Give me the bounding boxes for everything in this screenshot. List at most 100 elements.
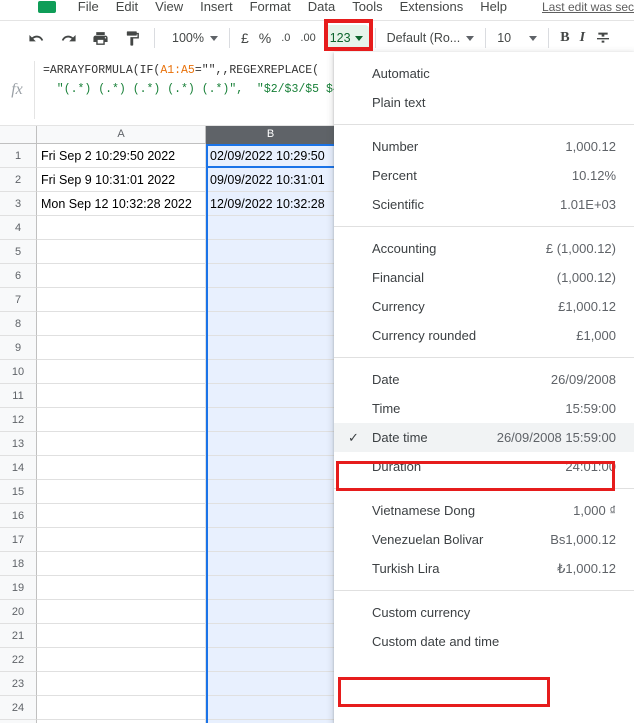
cell-B12[interactable] [206,408,336,432]
cell-A12[interactable] [37,408,206,432]
menu-view[interactable]: View [155,0,183,16]
cell-B6[interactable] [206,264,336,288]
row-header-15[interactable]: 15 [0,480,37,504]
cell-B9[interactable] [206,336,336,360]
cell-B7[interactable] [206,288,336,312]
cell-A8[interactable] [37,312,206,336]
row-header-16[interactable]: 16 [0,504,37,528]
cell-B22[interactable] [206,648,336,672]
menu-item-date[interactable]: Date 26/09/2008 [334,365,634,394]
row-header-18[interactable]: 18 [0,552,37,576]
cell-A22[interactable] [37,648,206,672]
italic-button[interactable]: I [575,25,590,51]
cell-B14[interactable] [206,456,336,480]
cell-A10[interactable] [37,360,206,384]
row-header-9[interactable]: 9 [0,336,37,360]
row-header-13[interactable]: 13 [0,432,37,456]
row-header-17[interactable]: 17 [0,528,37,552]
row-header-11[interactable]: 11 [0,384,37,408]
format-as-percent-button[interactable]: % [254,25,276,51]
cell-A18[interactable] [37,552,206,576]
row-header-8[interactable]: 8 [0,312,37,336]
cell-B10[interactable] [206,360,336,384]
menu-file[interactable]: File [78,0,99,16]
menu-item-plain-text[interactable]: Plain text [334,88,634,117]
cell-A4[interactable] [37,216,206,240]
bold-button[interactable]: B [555,25,574,51]
menu-item-scientific[interactable]: Scientific 1.01E+03 [334,190,634,219]
cell-A13[interactable] [37,432,206,456]
font-size-select[interactable]: 10 [492,25,542,51]
row-header-5[interactable]: 5 [0,240,37,264]
column-header-a[interactable]: A [37,124,206,144]
menu-item-number[interactable]: Number 1,000.12 [334,132,634,161]
menu-item-time[interactable]: Time 15:59:00 [334,394,634,423]
cell-B8[interactable] [206,312,336,336]
menu-item-percent[interactable]: Percent 10.12% [334,161,634,190]
more-formats-button[interactable]: 123 [323,25,369,51]
print-icon[interactable] [87,25,113,51]
row-header-2[interactable]: 2 [0,168,37,192]
cell-A1[interactable]: Fri Sep 2 10:29:50 2022 [37,144,206,168]
menu-data[interactable]: Data [308,0,335,16]
cell-A7[interactable] [37,288,206,312]
cell-A17[interactable] [37,528,206,552]
cell-A24[interactable] [37,696,206,720]
redo-icon[interactable] [55,25,81,51]
cell-A21[interactable] [37,624,206,648]
cell-B16[interactable] [206,504,336,528]
row-header-20[interactable]: 20 [0,600,37,624]
increase-decimal-places-button[interactable]: .00 [295,25,320,51]
menu-help[interactable]: Help [480,0,507,16]
menu-item-automatic[interactable]: Automatic [334,59,634,88]
cell-A5[interactable] [37,240,206,264]
cell-A16[interactable] [37,504,206,528]
format-as-currency-button[interactable]: £ [236,25,254,51]
cell-B1[interactable]: 02/09/2022 10:29:50 [206,144,336,168]
row-header-4[interactable]: 4 [0,216,37,240]
cell-B24[interactable] [206,696,336,720]
menu-item-vietnamese-dong[interactable]: Vietnamese Dong 1,000 ₫ [334,496,634,525]
last-edit-status[interactable]: Last edit was sec [542,0,634,14]
menu-format[interactable]: Format [250,0,291,16]
cell-A6[interactable] [37,264,206,288]
row-header-21[interactable]: 21 [0,624,37,648]
row-header-10[interactable]: 10 [0,360,37,384]
row-header-6[interactable]: 6 [0,264,37,288]
menu-item-duration[interactable]: Duration 24:01:00 [334,452,634,481]
cell-B11[interactable] [206,384,336,408]
row-header-23[interactable]: 23 [0,672,37,696]
paint-format-icon[interactable] [119,25,145,51]
select-all-corner[interactable] [0,124,37,144]
menu-extensions[interactable]: Extensions [400,0,464,16]
cell-B20[interactable] [206,600,336,624]
menu-edit[interactable]: Edit [116,0,138,16]
cell-B5[interactable] [206,240,336,264]
cell-B19[interactable] [206,576,336,600]
zoom-select[interactable]: 100% [167,25,223,51]
row-header-22[interactable]: 22 [0,648,37,672]
cell-A15[interactable] [37,480,206,504]
menu-insert[interactable]: Insert [200,0,233,16]
cell-A23[interactable] [37,672,206,696]
menu-item-currency[interactable]: Currency £1,000.12 [334,292,634,321]
row-header-7[interactable]: 7 [0,288,37,312]
cell-A2[interactable]: Fri Sep 9 10:31:01 2022 [37,168,206,192]
cell-B23[interactable] [206,672,336,696]
cell-B17[interactable] [206,528,336,552]
row-header-19[interactable]: 19 [0,576,37,600]
cell-A3[interactable]: Mon Sep 12 10:32:28 2022 [37,192,206,216]
row-header-14[interactable]: 14 [0,456,37,480]
menu-item-financial[interactable]: Financial (1,000.12) [334,263,634,292]
cell-B2[interactable]: 09/09/2022 10:31:01 [206,168,336,192]
cell-B13[interactable] [206,432,336,456]
column-header-b[interactable]: B [206,124,336,144]
cell-B3[interactable]: 12/09/2022 10:32:28 [206,192,336,216]
row-header-3[interactable]: 3 [0,192,37,216]
row-header-12[interactable]: 12 [0,408,37,432]
menu-item-date-time[interactable]: ✓ Date time 26/09/2008 15:59:00 [334,423,634,452]
cell-B21[interactable] [206,624,336,648]
menu-item-accounting[interactable]: Accounting £ (1,000.12) [334,234,634,263]
menu-item-custom-currency[interactable]: Custom currency [334,598,634,627]
menu-item-custom-date-and-time[interactable]: Custom date and time [334,627,634,656]
